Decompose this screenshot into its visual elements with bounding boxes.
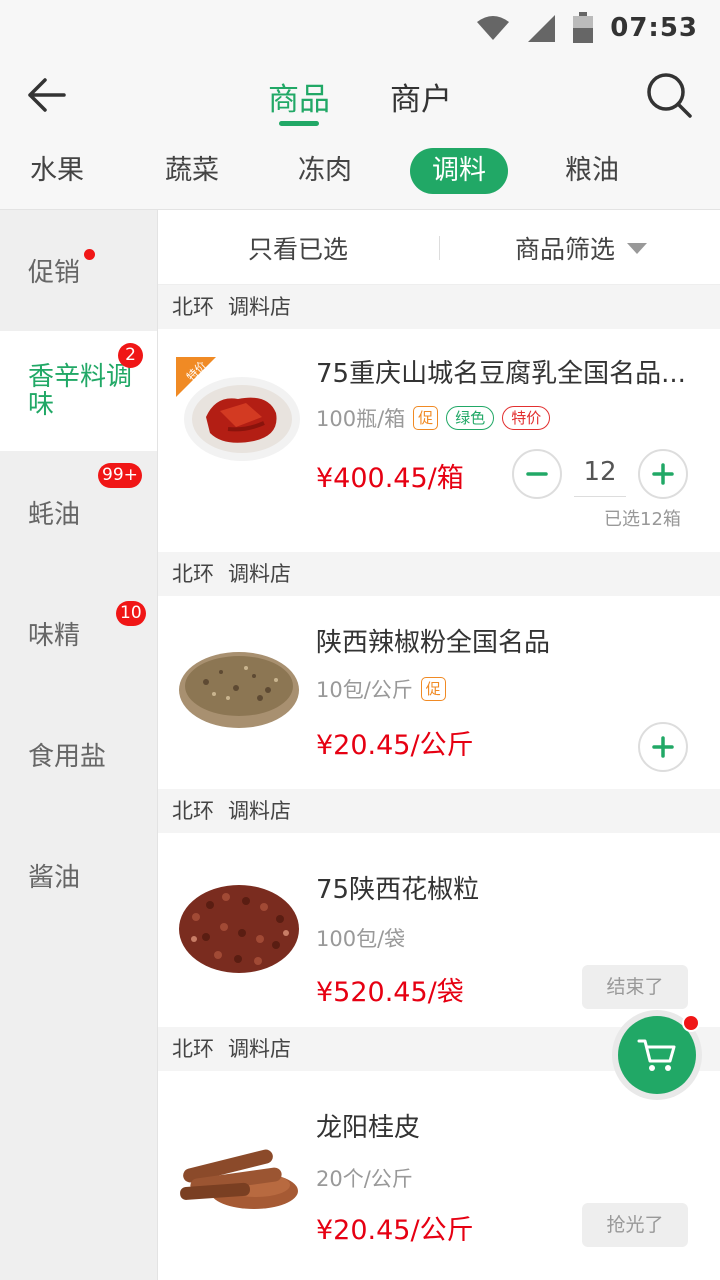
side-item-label: 香辛料调味 — [28, 362, 133, 420]
product-name: 75重庆山城名豆腐乳全国名品... — [316, 359, 686, 389]
product-panel: 只看已选 商品筛选 北环 调料店 特价 75重庆山城名豆腐乳全国名品... 10… — [158, 210, 720, 1280]
store-header: 北环 调料店 — [158, 285, 720, 329]
product-spec: 100瓶/箱 — [316, 407, 406, 431]
product-spec: 100包/袋 — [316, 927, 406, 951]
category-vegetables[interactable]: 蔬菜 — [165, 148, 219, 194]
product-card[interactable]: 特价 75重庆山城名豆腐乳全国名品... 100瓶/箱 促 绿色 特价 ¥400… — [158, 329, 720, 551]
search-icon — [647, 73, 692, 118]
side-item-label: 促销 — [28, 257, 81, 288]
chevron-down-icon — [627, 242, 648, 254]
side-item-label: 蚝油 — [28, 499, 81, 530]
store-area: 北环 — [172, 799, 214, 823]
plus-icon — [652, 736, 674, 758]
cart-button[interactable] — [612, 1010, 702, 1100]
product-filter-button[interactable]: 商品筛选 — [515, 230, 648, 266]
product-name: 龙阳桂皮 — [316, 1113, 421, 1143]
product-spec-row: 20个/公斤 — [316, 1163, 413, 1193]
search-button[interactable] — [642, 68, 696, 122]
product-image-cinnamon — [180, 1149, 298, 1209]
side-item-label: 食用盐 — [28, 741, 107, 772]
cart-icon — [637, 1039, 676, 1071]
app-root: 07:53 商品 商户 水果 蔬菜 冻肉 调料 粮油 促销 香辛料调味 2 蚝油… — [0, 0, 720, 1280]
category-grain-oil[interactable]: 粮油 — [565, 148, 619, 194]
product-name: 75陕西花椒粒 — [316, 875, 480, 905]
product-card[interactable]: 龙阳桂皮 20个/公斤 ¥20.45/公斤 抢光了 — [158, 1071, 720, 1267]
side-item-label: 味精 — [28, 620, 81, 651]
store-header: 北环 调料店 — [158, 789, 720, 833]
top-header: 商品 商户 — [0, 56, 720, 136]
add-to-cart-button[interactable] — [638, 722, 688, 772]
tag-promo: 促 — [413, 406, 439, 430]
store-name: 调料店 — [228, 295, 291, 319]
sold-out-button[interactable]: 抢光了 — [582, 1203, 688, 1247]
clock: 07:53 — [610, 13, 698, 43]
product-price: ¥520.45/袋 — [316, 977, 464, 1008]
status-bar: 07:53 — [0, 0, 720, 56]
store-name: 调料店 — [228, 1037, 291, 1061]
store-area: 北环 — [172, 1037, 214, 1061]
store-area: 北环 — [172, 562, 214, 586]
battery-icon — [573, 12, 594, 43]
signal-icon — [528, 15, 556, 42]
store-name: 调料店 — [228, 799, 291, 823]
tag-special-price: 特价 — [502, 406, 551, 430]
notification-dot — [84, 249, 95, 260]
category-frozen-meat[interactable]: 冻肉 — [298, 148, 352, 194]
product-spec-row: 100包/袋 — [316, 923, 405, 953]
product-image-tofu: 特价 — [176, 357, 300, 461]
show-selected-button[interactable]: 只看已选 — [248, 230, 348, 266]
count-badge: 10 — [116, 601, 146, 626]
product-image-sichuan-pepper — [179, 885, 299, 973]
ended-button[interactable]: 结束了 — [582, 965, 688, 1009]
store-name: 调料店 — [228, 562, 291, 586]
store-area: 北环 — [172, 295, 214, 319]
product-card[interactable]: 75陕西花椒粒 100包/袋 ¥520.45/袋 结束了 — [158, 833, 720, 1026]
decrease-button[interactable] — [512, 449, 562, 499]
product-price: ¥400.45/箱 — [316, 463, 464, 494]
store-header: 北环 调料店 — [158, 552, 720, 596]
side-item-label: 酱油 — [28, 862, 81, 893]
product-name: 陕西辣椒粉全国名品 — [316, 628, 551, 658]
tag-promo: 促 — [420, 677, 446, 701]
product-spec-row: 100瓶/箱 促 绿色 特价 — [316, 403, 551, 433]
selected-count: 已选12箱 — [604, 509, 681, 530]
header-tabs: 商品 商户 — [0, 56, 720, 136]
increase-button[interactable] — [638, 449, 688, 499]
product-card[interactable]: 陕西辣椒粉全国名品 10包/公斤 促 ¥20.45/公斤 — [158, 596, 720, 788]
quantity-field[interactable]: 12 — [574, 451, 626, 497]
product-spec: 10包/公斤 — [316, 678, 413, 702]
count-badge: 99+ — [98, 463, 142, 488]
product-price: ¥20.45/公斤 — [316, 730, 474, 761]
wifi-icon — [477, 16, 510, 40]
filter-label: 商品筛选 — [515, 235, 616, 264]
side-item-oyster-sauce[interactable]: 蚝油 99+ — [0, 452, 157, 572]
side-item-soy-sauce[interactable]: 酱油 — [0, 815, 157, 935]
category-fruit[interactable]: 水果 — [30, 148, 84, 194]
side-item-msg[interactable]: 味精 10 — [0, 573, 157, 693]
tab-merchants[interactable]: 商户 — [390, 56, 452, 136]
product-price: ¥20.45/公斤 — [316, 1215, 474, 1246]
count-badge: 2 — [118, 343, 143, 368]
product-spec-row: 10包/公斤 促 — [316, 674, 446, 704]
side-item-spices[interactable]: 香辛料调味 2 — [0, 331, 157, 451]
product-image-chili-powder — [179, 652, 299, 728]
minus-icon — [526, 472, 548, 476]
tag-green: 绿色 — [446, 406, 495, 430]
product-spec: 20个/公斤 — [316, 1167, 413, 1191]
notification-dot — [682, 1014, 700, 1032]
plus-icon — [652, 463, 674, 485]
side-item-salt[interactable]: 食用盐 — [0, 694, 157, 814]
divider — [439, 236, 440, 260]
tab-goods[interactable]: 商品 — [268, 56, 330, 136]
category-seasoning[interactable]: 调料 — [410, 148, 508, 194]
category-bar: 水果 蔬菜 冻肉 调料 粮油 — [0, 136, 720, 210]
side-item-promo[interactable]: 促销 — [0, 210, 157, 330]
filter-bar: 只看已选 商品筛选 — [158, 210, 720, 285]
side-nav: 促销 香辛料调味 2 蚝油 99+ 味精 10 食用盐 酱油 — [0, 210, 158, 1280]
